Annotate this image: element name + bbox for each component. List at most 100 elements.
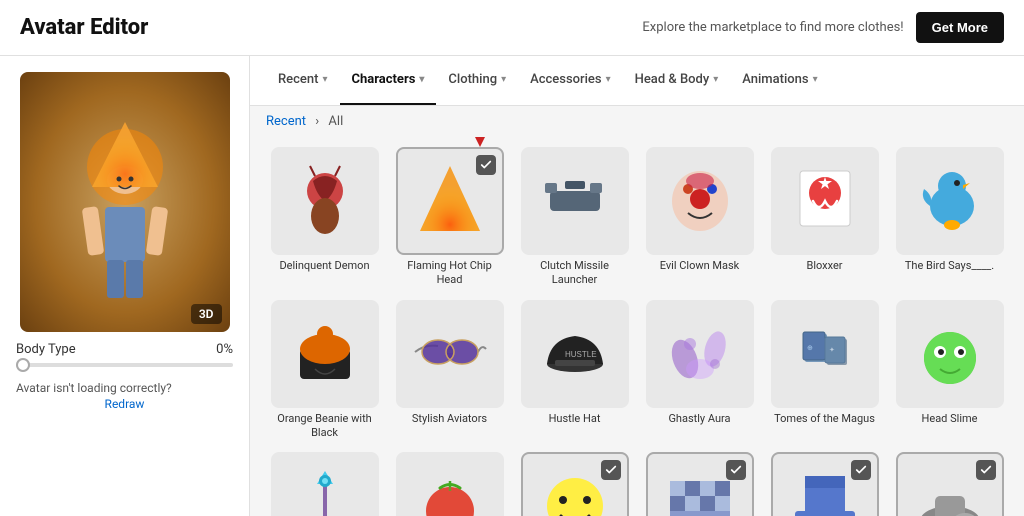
redraw-link[interactable]: Redraw	[105, 397, 145, 411]
svg-text:✦: ✦	[829, 346, 835, 354]
tab-recent[interactable]: Recent ▾	[266, 56, 340, 105]
item-thumb-wrapper-aviators	[396, 300, 504, 408]
item-cell-aviators[interactable]: Stylish Aviators	[387, 294, 512, 447]
item-thumbnail-smiley	[521, 452, 629, 516]
tab-accessories[interactable]: Accessories ▾	[518, 56, 623, 105]
item-thumbnail-bird	[896, 147, 1004, 255]
item-label-bird: The Bird Says____.	[905, 259, 994, 273]
body-type-row: Body Type 0%	[16, 342, 233, 357]
item-label-clutch: Clutch Missile Launcher	[521, 259, 629, 288]
3d-button[interactable]: 3D	[191, 304, 222, 324]
tab-animations-label: Animations	[742, 72, 808, 87]
item-thumbnail-delinquent	[271, 147, 379, 255]
item-label-aviators: Stylish Aviators	[412, 412, 487, 426]
item-cell-flaming[interactable]: Flaming Hot Chip Head	[387, 141, 512, 294]
item-thumbnail-beanie	[271, 300, 379, 408]
content-area: Recent ▾ Characters ▾ Clothing ▾ Accesso…	[250, 56, 1024, 516]
selected-badge	[476, 155, 496, 175]
body-type-value: 0%	[216, 342, 233, 357]
item-label-beanie: Orange Beanie with Black	[271, 412, 379, 441]
item-thumb-wrapper-gray-shoe	[896, 452, 1004, 516]
item-thumb-wrapper-bloxxer	[771, 147, 879, 255]
tab-head-body[interactable]: Head & Body ▾	[623, 56, 731, 105]
item-label-evilclown: Evil Clown Mask	[660, 259, 740, 273]
selected-badge	[976, 460, 996, 480]
nav-tabs: Recent ▾ Characters ▾ Clothing ▾ Accesso…	[250, 56, 1024, 106]
item-thumb-wrapper-clutch	[521, 147, 629, 255]
tab-head-body-label: Head & Body	[635, 72, 710, 87]
avatar-svg	[60, 92, 190, 312]
items-grid: Delinquent Demon Flaming Hot Chip Head Clu…	[250, 137, 1024, 516]
item-cell-delinquent[interactable]: Delinquent Demon	[262, 141, 387, 294]
body-type-slider[interactable]	[16, 363, 233, 367]
item-cell-tomato[interactable]: Tomato Head	[387, 446, 512, 516]
get-more-button[interactable]: Get More	[916, 12, 1004, 43]
selected-badge	[601, 460, 621, 480]
item-cell-bird[interactable]: The Bird Says____.	[887, 141, 1012, 294]
item-cell-ghastly[interactable]: Ghastly Aura	[637, 294, 762, 447]
item-cell-staff[interactable]: Mystic Staff	[262, 446, 387, 516]
item-thumbnail-headslime	[896, 300, 1004, 408]
app-title: Avatar Editor	[20, 15, 148, 40]
item-thumb-wrapper-headslime	[896, 300, 1004, 408]
tab-characters[interactable]: Characters ▾	[340, 56, 437, 105]
selected-badge	[851, 460, 871, 480]
item-thumbnail-flaming	[396, 147, 504, 255]
item-label-ghastly: Ghastly Aura	[668, 412, 730, 426]
item-cell-tomes[interactable]: ⊕✦ Tomes of the Magus	[762, 294, 887, 447]
red-arrow-indicator	[466, 137, 494, 151]
item-thumb-wrapper-ghastly	[646, 300, 754, 408]
item-thumbnail-clutch	[521, 147, 629, 255]
sidebar: 3D Body Type 0% Avatar isn't loading cor…	[0, 56, 250, 516]
item-thumb-wrapper-bird	[896, 147, 1004, 255]
item-cell-bloxxer[interactable]: Bloxxer	[762, 141, 887, 294]
item-label-headslime: Head Slime	[922, 412, 978, 426]
chevron-down-icon: ▾	[713, 74, 718, 85]
tab-accessories-label: Accessories	[530, 72, 601, 87]
item-thumb-wrapper-delinquent	[271, 147, 379, 255]
item-thumbnail-tomes: ⊕✦	[771, 300, 879, 408]
item-thumbnail-checkered1	[646, 452, 754, 516]
item-thumb-wrapper-flaming	[396, 147, 504, 255]
chevron-down-icon: ▾	[813, 74, 818, 85]
item-cell-headslime[interactable]: Head Slime	[887, 294, 1012, 447]
header-tagline: Explore the marketplace to find more clo…	[642, 20, 903, 35]
chevron-down-icon: ▾	[419, 74, 424, 85]
item-thumbnail-ghastly	[646, 300, 754, 408]
item-thumb-wrapper-checkered1	[646, 452, 754, 516]
item-label-delinquent: Delinquent Demon	[279, 259, 369, 273]
chevron-down-icon: ▾	[606, 74, 611, 85]
item-cell-beanie[interactable]: Orange Beanie with Black	[262, 294, 387, 447]
breadcrumb-recent[interactable]: Recent	[266, 114, 306, 129]
svg-text:HUSTLE: HUSTLE	[565, 350, 597, 359]
item-cell-clutch[interactable]: Clutch Missile Launcher	[512, 141, 637, 294]
header: Avatar Editor Explore the marketplace to…	[0, 0, 1024, 56]
tab-clothing[interactable]: Clothing ▾	[436, 56, 518, 105]
item-thumb-wrapper-evilclown	[646, 147, 754, 255]
item-thumb-wrapper-tomato	[396, 452, 504, 516]
item-thumbnail-blue-pants	[771, 452, 879, 516]
item-cell-hustle[interactable]: HUSTLE Hustle Hat	[512, 294, 637, 447]
app: Avatar Editor Explore the marketplace to…	[0, 0, 1024, 516]
tab-animations[interactable]: Animations ▾	[730, 56, 829, 105]
item-cell-evilclown[interactable]: Evil Clown Mask	[637, 141, 762, 294]
item-thumb-wrapper-beanie	[271, 300, 379, 408]
slider-thumb	[16, 358, 30, 372]
item-label-hustle: Hustle Hat	[549, 412, 601, 426]
item-thumbnail-tomato	[396, 452, 504, 516]
loading-warning: Avatar isn't loading correctly?	[16, 381, 233, 395]
item-thumb-wrapper-hustle: HUSTLE	[521, 300, 629, 408]
item-cell-smiley[interactable]: Smiley Face	[512, 446, 637, 516]
item-thumb-wrapper-tomes: ⊕✦	[771, 300, 879, 408]
item-label-bloxxer: Bloxxer	[806, 259, 842, 273]
item-thumbnail-gray-shoe	[896, 452, 1004, 516]
item-cell-gray-shoe[interactable]: Gray Shoes	[887, 446, 1012, 516]
item-thumbnail-hustle: HUSTLE	[521, 300, 629, 408]
item-cell-blue-pants[interactable]: Blue Pants	[762, 446, 887, 516]
item-cell-checkered1[interactable]: Checkered Outfit	[637, 446, 762, 516]
item-label-tomes: Tomes of the Magus	[774, 412, 875, 426]
item-thumb-wrapper-blue-pants	[771, 452, 879, 516]
header-right: Explore the marketplace to find more clo…	[642, 12, 1004, 43]
tab-clothing-label: Clothing	[448, 72, 497, 87]
item-thumbnail-aviators	[396, 300, 504, 408]
